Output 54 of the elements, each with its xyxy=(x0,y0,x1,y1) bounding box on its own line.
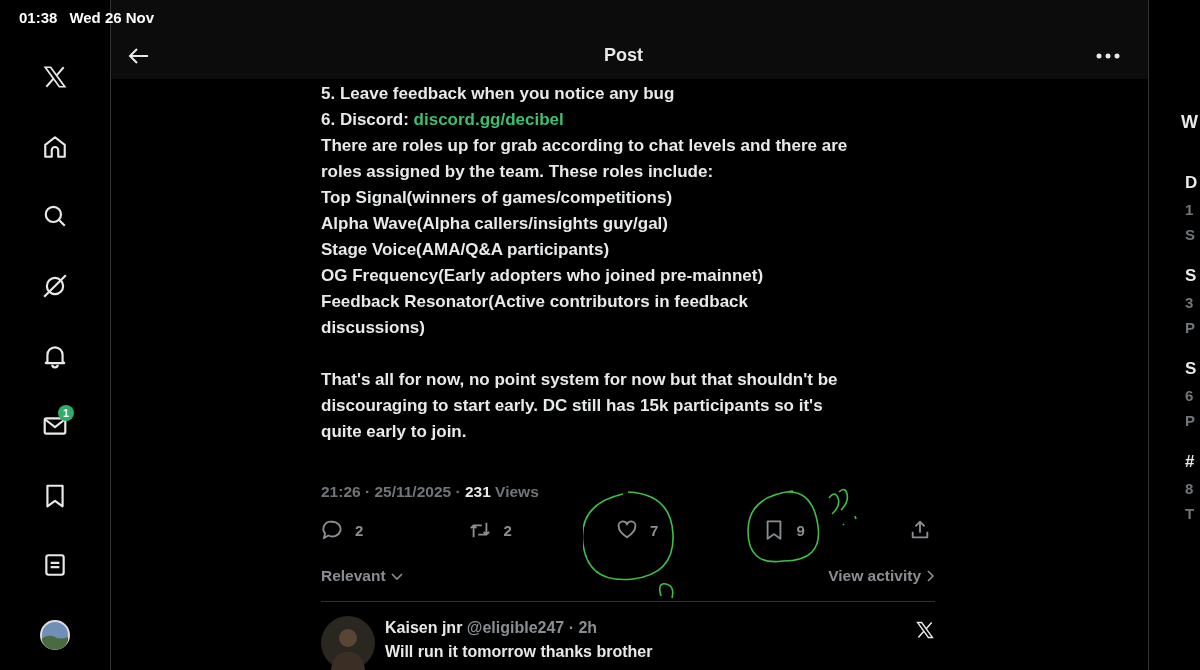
heart-icon[interactable] xyxy=(616,519,638,541)
post-text: That's all for now, no point system for now but that shouldn't be xyxy=(321,369,839,391)
page-title: Post xyxy=(603,45,644,66)
reply-text: Will run it tomorrow thanks brother xyxy=(385,642,654,662)
trend-meta: 8 xyxy=(1185,479,1195,499)
reply-icon[interactable] xyxy=(321,519,343,541)
x-logo-icon[interactable] xyxy=(42,63,68,90)
caret-icon xyxy=(389,571,404,581)
post-text: 6. Discord: xyxy=(321,110,410,129)
post-text: OG Frequency(Early adopters who joined pre-mainnet) xyxy=(321,265,765,287)
status-date: Wed 26 Nov xyxy=(69,9,155,26)
trend-meta: S xyxy=(1185,225,1196,245)
trend-title[interactable]: D xyxy=(1185,169,1200,197)
home-icon[interactable] xyxy=(42,133,68,160)
action-count: 9 xyxy=(796,521,805,539)
avatar[interactable] xyxy=(40,620,70,651)
trend-meta: P xyxy=(1185,411,1196,431)
trend-title[interactable]: # xyxy=(1185,448,1200,476)
post-text: Top Signal(winners of games/competitions) xyxy=(321,187,674,209)
status-time: 01:38 xyxy=(19,9,58,26)
reply-author-name[interactable]: Kaisen jnr xyxy=(385,619,463,636)
post-text: discouraging to start early. DC still has 15k participants so it's xyxy=(321,395,824,417)
post-text: roles assigned by the team. These roles include: xyxy=(321,161,715,183)
post-timestamp: 21:26 · 25/11/2025 · 231 Views xyxy=(321,483,539,500)
trend-meta: 3 xyxy=(1185,293,1195,313)
more-icon[interactable] xyxy=(1096,52,1120,59)
reply-handle: @eligible247 · 2h xyxy=(466,619,598,636)
trend-meta: 6 xyxy=(1185,386,1195,406)
post-text: 5. Leave feedback when you notice any bug xyxy=(321,83,676,105)
post-text: discussions) xyxy=(321,317,426,339)
post-text: Feedback Resonator(Active contributors in feedback xyxy=(321,291,749,313)
section-heading: W xyxy=(1181,112,1199,133)
trend-meta: P xyxy=(1185,318,1196,338)
action-count: 2 xyxy=(355,521,364,539)
sort-dropdown[interactable]: Relevant xyxy=(321,567,404,585)
trend-title[interactable]: S xyxy=(1185,262,1200,290)
action-count: 2 xyxy=(503,521,512,539)
x-logo-icon xyxy=(915,620,935,640)
discord-link[interactable]: discord.gg/decibel xyxy=(413,110,564,129)
trend-title[interactable]: S xyxy=(1185,355,1200,383)
action-count: 7 xyxy=(650,521,659,539)
trend-meta: 1 xyxy=(1185,200,1195,220)
notification-badge: 1 xyxy=(58,404,75,421)
slashed-circle-icon[interactable] xyxy=(42,273,68,300)
post-text: quite early to join. xyxy=(321,421,468,443)
bell-icon[interactable] xyxy=(42,343,68,369)
post-text: There are roles up for grab according to chat levels and there are xyxy=(321,135,849,157)
document-icon[interactable] xyxy=(42,552,68,579)
trend-meta: T xyxy=(1185,504,1196,524)
share-icon[interactable] xyxy=(909,519,931,541)
post-text: Alpha Wave(Alpha callers/insights guy/gal) xyxy=(321,213,669,235)
chevron-icon xyxy=(925,569,935,583)
post-text: Stage Voice(AMA/Q&A participants) xyxy=(321,239,611,261)
view-activity-link[interactable]: View activity xyxy=(828,567,935,585)
